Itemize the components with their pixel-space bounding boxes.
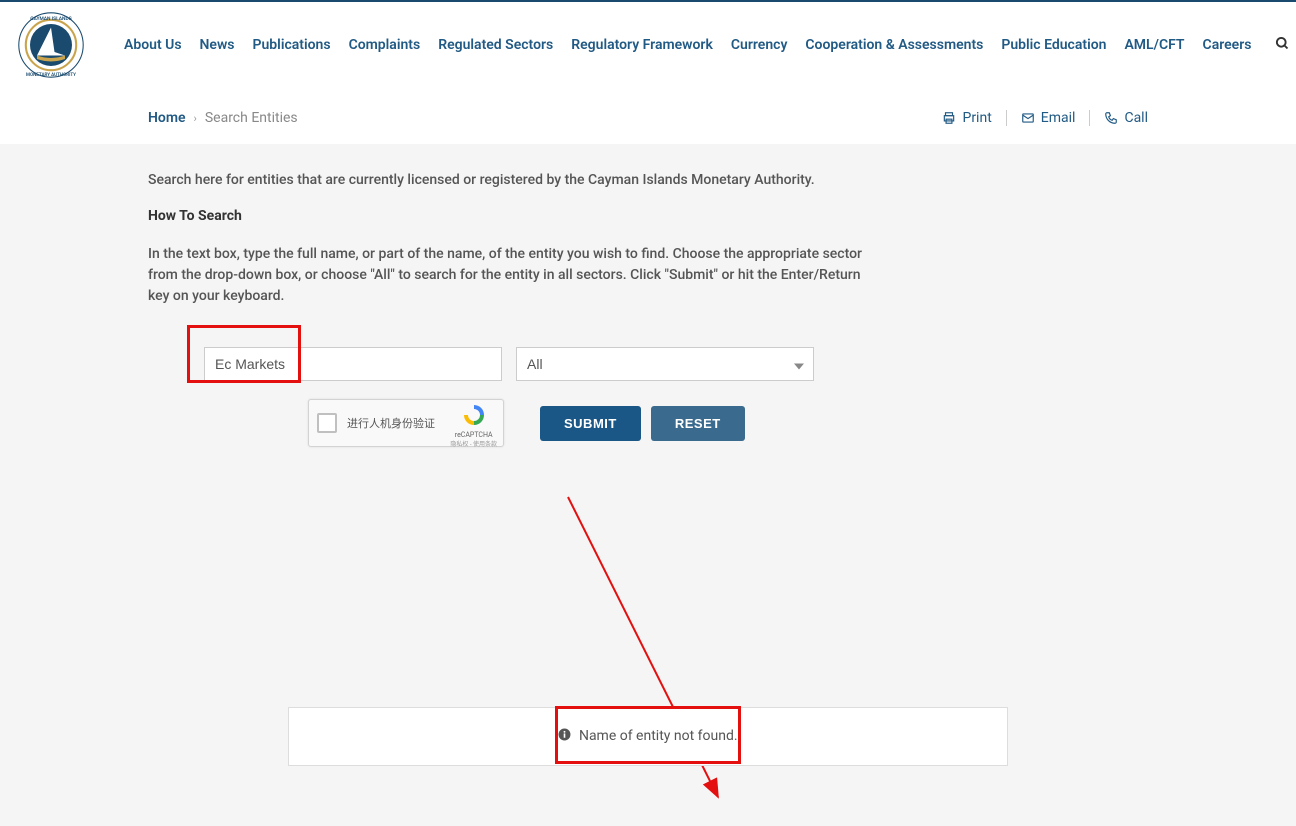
nav-about-us[interactable]: About Us	[124, 37, 182, 53]
nav-regulated-sectors[interactable]: Regulated Sectors	[438, 37, 553, 53]
how-to-search-text: In the text box, type the full name, or …	[148, 244, 868, 307]
submit-button[interactable]: SUBMIT	[540, 406, 641, 441]
nav-cooperation[interactable]: Cooperation & Assessments	[805, 37, 983, 53]
info-icon	[558, 728, 571, 745]
sector-select[interactable]: All	[516, 347, 814, 381]
recaptcha-widget[interactable]: 进行人机身份验证 reCAPTCHA 隐私权 - 使用条款	[308, 399, 504, 447]
result-message-text: Name of entity not found.	[579, 728, 738, 744]
print-action[interactable]: Print	[942, 110, 991, 126]
nav-publications[interactable]: Publications	[253, 37, 331, 53]
nav-public-education[interactable]: Public Education	[1001, 37, 1106, 53]
reset-button[interactable]: RESET	[651, 406, 745, 441]
nav-regulatory-framework[interactable]: Regulatory Framework	[571, 37, 713, 53]
print-label: Print	[962, 110, 991, 126]
svg-text:CAYMAN ISLANDS: CAYMAN ISLANDS	[30, 16, 71, 22]
how-to-search-title: How To Search	[148, 208, 1148, 224]
breadcrumb-home[interactable]: Home	[148, 110, 186, 126]
breadcrumb: Home › Search Entities	[148, 110, 298, 126]
print-icon	[942, 111, 956, 125]
email-label: Email	[1041, 110, 1076, 126]
breadcrumb-current: Search Entities	[205, 110, 298, 126]
svg-text:MONETARY AUTHORITY: MONETARY AUTHORITY	[26, 72, 76, 78]
call-label: Call	[1124, 110, 1148, 126]
chevron-right-icon: ›	[194, 112, 197, 125]
result-message-box: Name of entity not found.	[288, 707, 1008, 766]
recaptcha-logo: reCAPTCHA 隐私权 - 使用条款	[450, 403, 497, 448]
nav-aml-cft[interactable]: AML/CFT	[1124, 37, 1184, 53]
recaptcha-checkbox[interactable]	[317, 413, 337, 433]
nav-complaints[interactable]: Complaints	[349, 37, 421, 53]
call-action[interactable]: Call	[1104, 110, 1148, 126]
search-icon[interactable]	[1275, 36, 1290, 55]
entity-name-input[interactable]	[204, 347, 502, 381]
nav-currency[interactable]: Currency	[731, 37, 788, 53]
email-icon	[1021, 111, 1035, 125]
intro-text: Search here for entities that are curren…	[148, 172, 1148, 188]
nav-news[interactable]: News	[200, 37, 235, 53]
recaptcha-label: 进行人机身份验证	[347, 415, 435, 431]
email-action[interactable]: Email	[1021, 110, 1076, 126]
logo[interactable]: CAYMAN ISLANDS MONETARY AUTHORITY	[16, 10, 86, 80]
phone-icon	[1104, 111, 1118, 125]
nav-careers[interactable]: Careers	[1203, 37, 1252, 53]
